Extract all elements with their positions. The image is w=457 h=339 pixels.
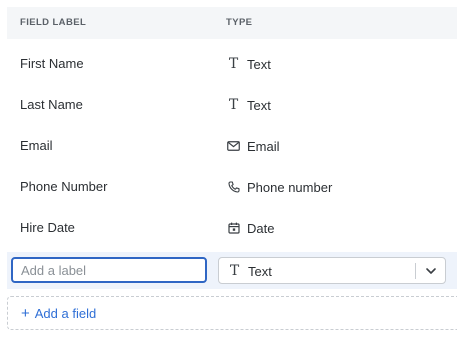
field-type-select-value: T Text	[228, 263, 272, 279]
field-type-label: Text	[247, 56, 271, 72]
field-type-label: Email	[247, 138, 280, 154]
field-type: Date	[227, 220, 274, 236]
text-type-icon: T	[229, 263, 240, 279]
table-row[interactable]: Phone Number Phone number	[7, 167, 457, 208]
field-type-select[interactable]: T Text	[218, 257, 446, 284]
table-row[interactable]: Last Name T Text	[7, 85, 457, 126]
chevron-down-icon[interactable]	[424, 264, 438, 278]
select-divider	[415, 263, 416, 279]
column-header-type: TYPE	[226, 17, 253, 28]
column-header-field-label: FIELD LABEL	[20, 17, 87, 28]
field-label: Phone Number	[20, 179, 108, 194]
field-label: Last Name	[20, 97, 83, 112]
field-type-label: Text	[247, 97, 271, 113]
field-type-select-label: Text	[248, 263, 272, 279]
table-row[interactable]: Hire Date Date	[7, 208, 457, 249]
envelope-icon	[227, 138, 240, 154]
field-type-label: Date	[247, 220, 275, 236]
new-field-row: T Text	[7, 252, 457, 289]
plus-icon: +	[21, 304, 30, 322]
table-row[interactable]: First Name T Text	[7, 44, 457, 85]
field-type: T Text	[227, 97, 271, 113]
field-type: T Text	[227, 56, 271, 72]
field-label-input[interactable]	[11, 257, 207, 283]
field-label: Email	[20, 138, 53, 153]
calendar-icon	[227, 220, 240, 236]
phone-icon	[227, 179, 240, 195]
table-header: FIELD LABEL TYPE	[7, 7, 457, 39]
field-label: First Name	[20, 56, 84, 71]
field-type: Email	[227, 138, 280, 154]
text-type-icon: T	[228, 97, 239, 113]
text-type-icon: T	[228, 56, 239, 72]
field-label: Hire Date	[20, 220, 75, 235]
table-row[interactable]: Email Email	[7, 126, 457, 167]
field-type: Phone number	[227, 179, 332, 195]
field-editor: FIELD LABEL TYPE First Name T Text Last …	[0, 0, 457, 339]
field-type-label: Phone number	[247, 179, 333, 195]
add-field-button[interactable]: + Add a field	[7, 296, 457, 330]
add-field-label: Add a field	[34, 305, 97, 321]
